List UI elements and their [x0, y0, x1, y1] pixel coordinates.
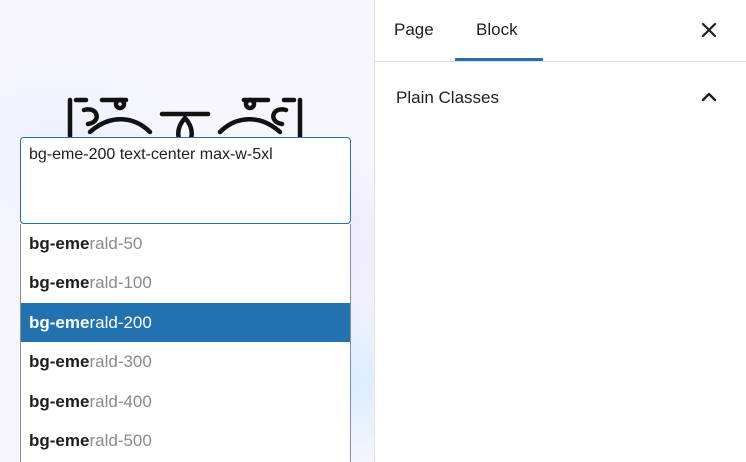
- tab-block[interactable]: Block: [476, 20, 518, 40]
- suggestion-item[interactable]: bg-emerald-500: [21, 421, 350, 460]
- suggestion-rest: rald-300: [89, 352, 152, 372]
- suggestion-match: bg-eme: [29, 273, 90, 293]
- plain-classes-input[interactable]: bg-eme-200 text-center max-w-5xl: [20, 137, 351, 224]
- panel-title: Plain Classes: [396, 88, 499, 107]
- plain-classes-panel-header[interactable]: Plain Classes: [375, 62, 746, 132]
- suggestion-rest: rald-100: [89, 273, 152, 293]
- panel-toggle-button[interactable]: [697, 85, 721, 109]
- suggestion-item[interactable]: bg-emerald-50: [21, 224, 350, 263]
- close-sidebar-button[interactable]: [697, 18, 721, 42]
- suggestion-item-selected[interactable]: bg-emerald-200: [21, 302, 350, 343]
- suggestion-item[interactable]: bg-emerald-300: [21, 342, 350, 381]
- suggestion-match: bg-eme: [29, 430, 90, 450]
- settings-sidebar: Page Block Plain Classes: [374, 0, 746, 462]
- chevron-up-icon: [701, 92, 717, 102]
- suggestion-rest: rald-500: [89, 430, 152, 450]
- suggestion-match: bg-eme: [29, 234, 90, 253]
- suggestion-item[interactable]: bg-emerald-100: [21, 263, 350, 302]
- sidebar-tabs: Page Block: [375, 0, 746, 62]
- suggestion-match: bg-eme: [29, 312, 90, 332]
- suggestion-item[interactable]: bg-emerald-400: [21, 382, 350, 421]
- suggestion-rest: rald-400: [89, 391, 152, 411]
- suggestion-match: bg-eme: [29, 391, 90, 411]
- suggestion-match: bg-eme: [29, 352, 90, 372]
- suggestion-rest: rald-200: [89, 312, 152, 332]
- class-suggestions-list: bg-emerald-50 bg-emerald-100 bg-emerald-…: [20, 224, 351, 462]
- tab-page[interactable]: Page: [394, 20, 434, 40]
- close-icon: [701, 22, 717, 38]
- active-tab-indicator: [455, 58, 543, 61]
- suggestion-rest: rald-50: [89, 234, 143, 253]
